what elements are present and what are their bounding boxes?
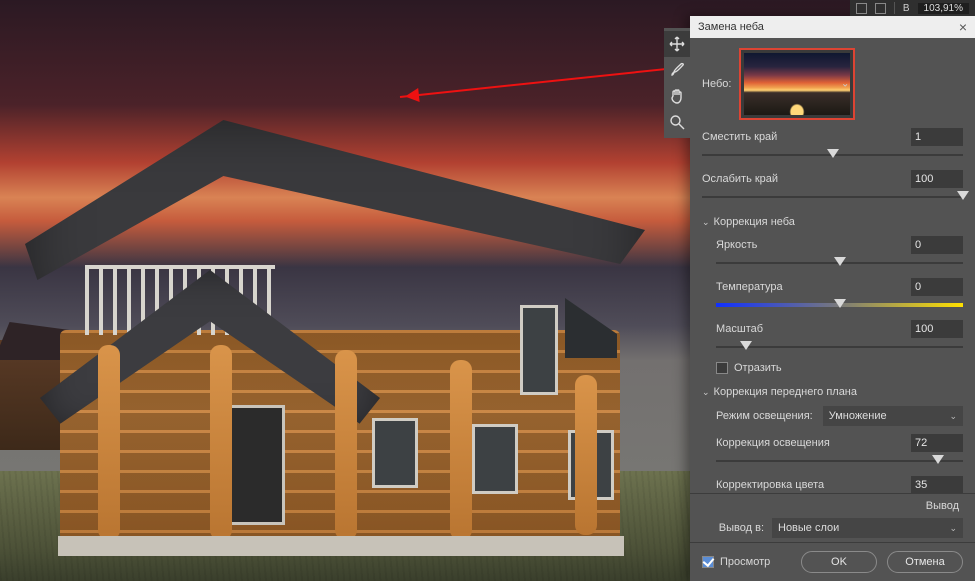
sky-tools: [664, 28, 690, 138]
light-mode-value: Умножение: [829, 410, 887, 422]
flip-checkbox[interactable]: Отразить: [716, 362, 963, 374]
temperature-value[interactable]: [911, 278, 963, 296]
light-amount-value[interactable]: [911, 434, 963, 452]
ok-button[interactable]: OK: [801, 551, 877, 573]
chevron-down-icon: ⌄: [702, 387, 710, 398]
preview-checkbox[interactable]: Просмотр: [702, 556, 770, 568]
light-amount-label: Коррекция освещения: [716, 437, 830, 449]
fade-edge-value[interactable]: [911, 170, 963, 188]
light-mode-label: Режим освещения:: [716, 410, 813, 422]
house: [20, 180, 660, 540]
color-adjust-value[interactable]: [911, 476, 963, 493]
sky-preset-picker[interactable]: ⌄: [739, 48, 855, 120]
section-sky-label: Коррекция неба: [714, 216, 795, 228]
arrange-icon-2[interactable]: [875, 3, 886, 14]
panel-titlebar[interactable]: Замена неба ×: [690, 16, 975, 38]
cancel-label: Отмена: [905, 556, 944, 568]
preview-label: Просмотр: [720, 556, 770, 568]
flip-label: Отразить: [734, 362, 782, 374]
brightness-label: Яркость: [716, 239, 757, 251]
temperature-label: Температура: [716, 281, 783, 293]
ok-label: OK: [831, 556, 847, 568]
temperature-slider[interactable]: [716, 298, 963, 312]
arrange-icon[interactable]: [856, 3, 867, 14]
output-header: Вывод: [926, 500, 959, 512]
chevron-down-icon: ⌄: [702, 217, 710, 228]
move-tool[interactable]: [664, 31, 690, 57]
section-foreground-correction[interactable]: ⌄ Коррекция переднего плана: [702, 386, 963, 398]
brightness-value[interactable]: [911, 236, 963, 254]
chevron-down-icon: ⌄: [841, 79, 849, 90]
chevron-down-icon: ⌄: [949, 523, 957, 534]
hand-tool[interactable]: [664, 83, 690, 109]
chevron-down-icon: ⌄: [949, 411, 957, 422]
sky-thumbnail: [744, 53, 850, 115]
scale-value[interactable]: [911, 320, 963, 338]
checkbox-checked-icon: [702, 556, 714, 568]
output-to-label: Вывод в:: [702, 522, 764, 534]
color-adjust-label: Корректировка цвета: [716, 479, 824, 491]
scale-label: Масштаб: [716, 323, 763, 335]
scale-slider[interactable]: [716, 340, 963, 354]
light-amount-slider[interactable]: [716, 454, 963, 468]
output-to-select[interactable]: Новые слои ⌄: [772, 518, 963, 538]
close-icon[interactable]: ×: [959, 20, 967, 34]
sky-label: Небо:: [702, 78, 731, 90]
section-sky-correction[interactable]: ⌄ Коррекция неба: [702, 216, 963, 228]
output-to-value: Новые слои: [778, 522, 839, 534]
shift-edge-label: Сместить край: [702, 131, 777, 143]
cancel-button[interactable]: Отмена: [887, 551, 963, 573]
fade-edge-slider[interactable]: [702, 190, 963, 204]
zoom-prefix: В: [903, 3, 910, 14]
zoom-tool[interactable]: [664, 109, 690, 135]
sky-brush-tool[interactable]: [664, 57, 690, 83]
shift-edge-slider[interactable]: [702, 148, 963, 162]
checkbox-icon: [716, 362, 728, 374]
shift-edge-value[interactable]: [911, 128, 963, 146]
light-mode-select[interactable]: Умножение ⌄: [823, 406, 963, 426]
section-fg-label: Коррекция переднего плана: [714, 386, 857, 398]
zoom-value[interactable]: 103,91%: [918, 3, 969, 14]
panel-title: Замена неба: [698, 21, 764, 33]
brightness-slider[interactable]: [716, 256, 963, 270]
fade-edge-label: Ослабить край: [702, 173, 778, 185]
sky-replacement-panel: Замена неба × Небо: ⌄ Сместить край Осла…: [690, 16, 975, 581]
doc-status-bar: В 103,91%: [850, 0, 975, 16]
annotation-arrow: [400, 66, 689, 98]
